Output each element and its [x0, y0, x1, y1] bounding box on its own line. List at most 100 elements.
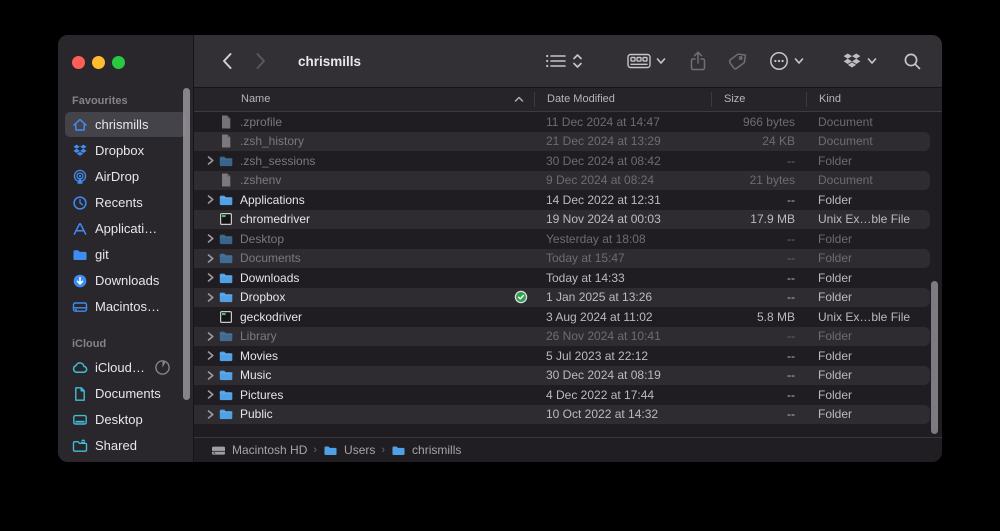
- disclosure-chevron-icon[interactable]: [204, 292, 217, 303]
- file-date-modified: 9 Dec 2024 at 08:24: [534, 173, 711, 187]
- close-button[interactable]: [72, 56, 85, 69]
- column-header-date-modified[interactable]: Date Modified: [534, 92, 711, 107]
- sidebar-item-applicati-[interactable]: Applicati…: [65, 216, 186, 241]
- file-kind: Folder: [806, 349, 930, 363]
- sidebar-item-git[interactable]: git: [65, 242, 186, 267]
- view-stepper-icon[interactable]: [572, 48, 583, 74]
- file-row-library[interactable]: Library26 Nov 2024 at 10:41--Folder: [194, 327, 930, 347]
- path-segment-macintosh-hd[interactable]: Macintosh HD: [211, 443, 307, 457]
- folder-file-icon: [217, 270, 234, 286]
- sidebar-item-recents[interactable]: Recents: [65, 190, 186, 215]
- file-row-public[interactable]: Public10 Oct 2022 at 14:32--Folder: [194, 405, 930, 425]
- group-by-icon[interactable]: [627, 48, 651, 74]
- folder-file-icon: [217, 231, 234, 247]
- file-row-applications[interactable]: Applications14 Dec 2022 at 12:31--Folder: [194, 190, 930, 210]
- list-scrollbar[interactable]: [931, 281, 938, 434]
- file-name-cell: Desktop: [194, 231, 534, 247]
- main-area: chrismills: [194, 35, 942, 462]
- sidebar-item-label: Desktop: [95, 412, 143, 427]
- disclosure-chevron-icon[interactable]: [204, 331, 217, 342]
- zoom-button[interactable]: [112, 56, 125, 69]
- sidebar-item-documents[interactable]: Documents: [65, 381, 186, 406]
- file-row--zprofile[interactable]: .zprofile11 Dec 2024 at 14:47966 bytesDo…: [194, 112, 930, 132]
- folder-file-icon: [217, 348, 234, 364]
- path-segment-users[interactable]: Users: [323, 443, 375, 457]
- doc-file-icon: [217, 114, 234, 130]
- disclosure-chevron-icon[interactable]: [204, 194, 217, 205]
- file-date-modified: Today at 14:33: [534, 271, 711, 285]
- file-name: Music: [240, 368, 271, 382]
- disclosure-chevron-icon[interactable]: [204, 233, 217, 244]
- sidebar-item-airdrop[interactable]: AirDrop: [65, 164, 186, 189]
- path-segment-chrismills[interactable]: chrismills: [391, 443, 461, 457]
- file-row-music[interactable]: Music30 Dec 2024 at 08:19--Folder: [194, 366, 930, 386]
- sort-ascending-icon: [514, 96, 524, 103]
- file-rows: .zprofile11 Dec 2024 at 14:47966 bytesDo…: [194, 112, 930, 424]
- disclosure-chevron-icon[interactable]: [204, 409, 217, 420]
- file-date-modified: Today at 15:47: [534, 251, 711, 265]
- file-row--zsh-history[interactable]: .zsh_history21 Dec 2024 at 13:2924 KBDoc…: [194, 132, 930, 152]
- file-list: Name Date Modified Size Kind .zprofile11…: [194, 88, 942, 437]
- file-name-cell: Documents: [194, 250, 534, 266]
- sidebar-item-downloads[interactable]: Downloads: [65, 268, 186, 293]
- sidebar-section-title: iCloud: [58, 334, 193, 354]
- dropbox-toolbar-icon[interactable]: [842, 48, 862, 74]
- sidebar-sections: Favouriteschrismills Dropbox AirDrop Recent…: [58, 87, 193, 462]
- more-actions-chevron-icon[interactable]: [794, 48, 804, 74]
- forward-button[interactable]: [248, 48, 274, 74]
- disclosure-chevron-icon[interactable]: [204, 272, 217, 283]
- toolbar: chrismills: [194, 35, 942, 88]
- sidebar-scrollbar[interactable]: [183, 88, 190, 400]
- file-name: chromedriver: [240, 212, 310, 226]
- file-name-cell: .zshenv: [194, 172, 534, 188]
- sidebar-item-desktop[interactable]: Desktop: [65, 407, 186, 432]
- file-row--zshenv[interactable]: .zshenv9 Dec 2024 at 08:2421 bytesDocume…: [194, 171, 930, 191]
- disclosure-chevron-icon[interactable]: [204, 350, 217, 361]
- disclosure-chevron-icon[interactable]: [204, 370, 217, 381]
- file-kind: Unix Ex…ble File: [806, 212, 930, 226]
- exec-file-icon: [217, 309, 234, 325]
- group-by-chevron-icon[interactable]: [656, 48, 666, 74]
- back-button[interactable]: [214, 48, 240, 74]
- minimize-button[interactable]: [92, 56, 105, 69]
- file-name-cell: .zprofile: [194, 114, 534, 130]
- file-date-modified: 19 Nov 2024 at 00:03: [534, 212, 711, 226]
- column-header-size[interactable]: Size: [711, 92, 806, 107]
- file-row-dropbox[interactable]: Dropbox1 Jan 2025 at 13:26--Folder: [194, 288, 930, 308]
- file-row-movies[interactable]: Movies5 Jul 2023 at 22:12--Folder: [194, 346, 930, 366]
- file-row-downloads[interactable]: DownloadsToday at 14:33--Folder: [194, 268, 930, 288]
- list-view-icon[interactable]: [546, 48, 566, 74]
- file-size: --: [711, 154, 806, 168]
- sidebar-item-icloud-[interactable]: iCloud…: [65, 355, 186, 380]
- file-row-desktop[interactable]: DesktopYesterday at 18:08--Folder: [194, 229, 930, 249]
- more-actions-icon[interactable]: [769, 48, 789, 74]
- dropbox-chevron-icon[interactable]: [867, 48, 877, 74]
- file-row-chromedriver[interactable]: chromedriver19 Nov 2024 at 00:0317.9 MBU…: [194, 210, 930, 230]
- file-size: --: [711, 368, 806, 382]
- clock-icon: [71, 194, 88, 211]
- sidebar-section-title: Favourites: [58, 91, 193, 111]
- hdd-icon: [71, 298, 88, 315]
- disclosure-chevron-icon[interactable]: [204, 155, 217, 166]
- search-icon[interactable]: [903, 48, 922, 74]
- file-row-geckodriver[interactable]: geckodriver3 Aug 2024 at 11:025.8 MBUnix…: [194, 307, 930, 327]
- folder-file-icon: [217, 367, 234, 383]
- sidebar-item-dropbox[interactable]: Dropbox: [65, 138, 186, 163]
- sidebar-item-macintos-[interactable]: Macintos…: [65, 294, 186, 319]
- sidebar-item-label: Dropbox: [95, 143, 144, 158]
- sidebar-item-chrismills[interactable]: chrismills: [65, 112, 186, 137]
- sidebar-item-label: Recents: [95, 195, 143, 210]
- disclosure-chevron-icon[interactable]: [204, 253, 217, 264]
- column-header-name-label: Name: [241, 92, 270, 107]
- column-header-name[interactable]: Name: [194, 92, 534, 107]
- path-separator: ›: [313, 444, 317, 456]
- file-name: Documents: [240, 251, 301, 265]
- column-header-kind[interactable]: Kind: [806, 92, 942, 107]
- sidebar-item-shared[interactable]: Shared: [65, 433, 186, 458]
- disclosure-chevron-icon[interactable]: [204, 389, 217, 400]
- sidebar-item-label: Shared: [95, 438, 137, 453]
- path-segment-label: chrismills: [412, 443, 461, 457]
- file-row--zsh-sessions[interactable]: .zsh_sessions30 Dec 2024 at 08:42--Folde…: [194, 151, 930, 171]
- file-row-pictures[interactable]: Pictures4 Dec 2022 at 17:44--Folder: [194, 385, 930, 405]
- file-row-documents[interactable]: DocumentsToday at 15:47--Folder: [194, 249, 930, 269]
